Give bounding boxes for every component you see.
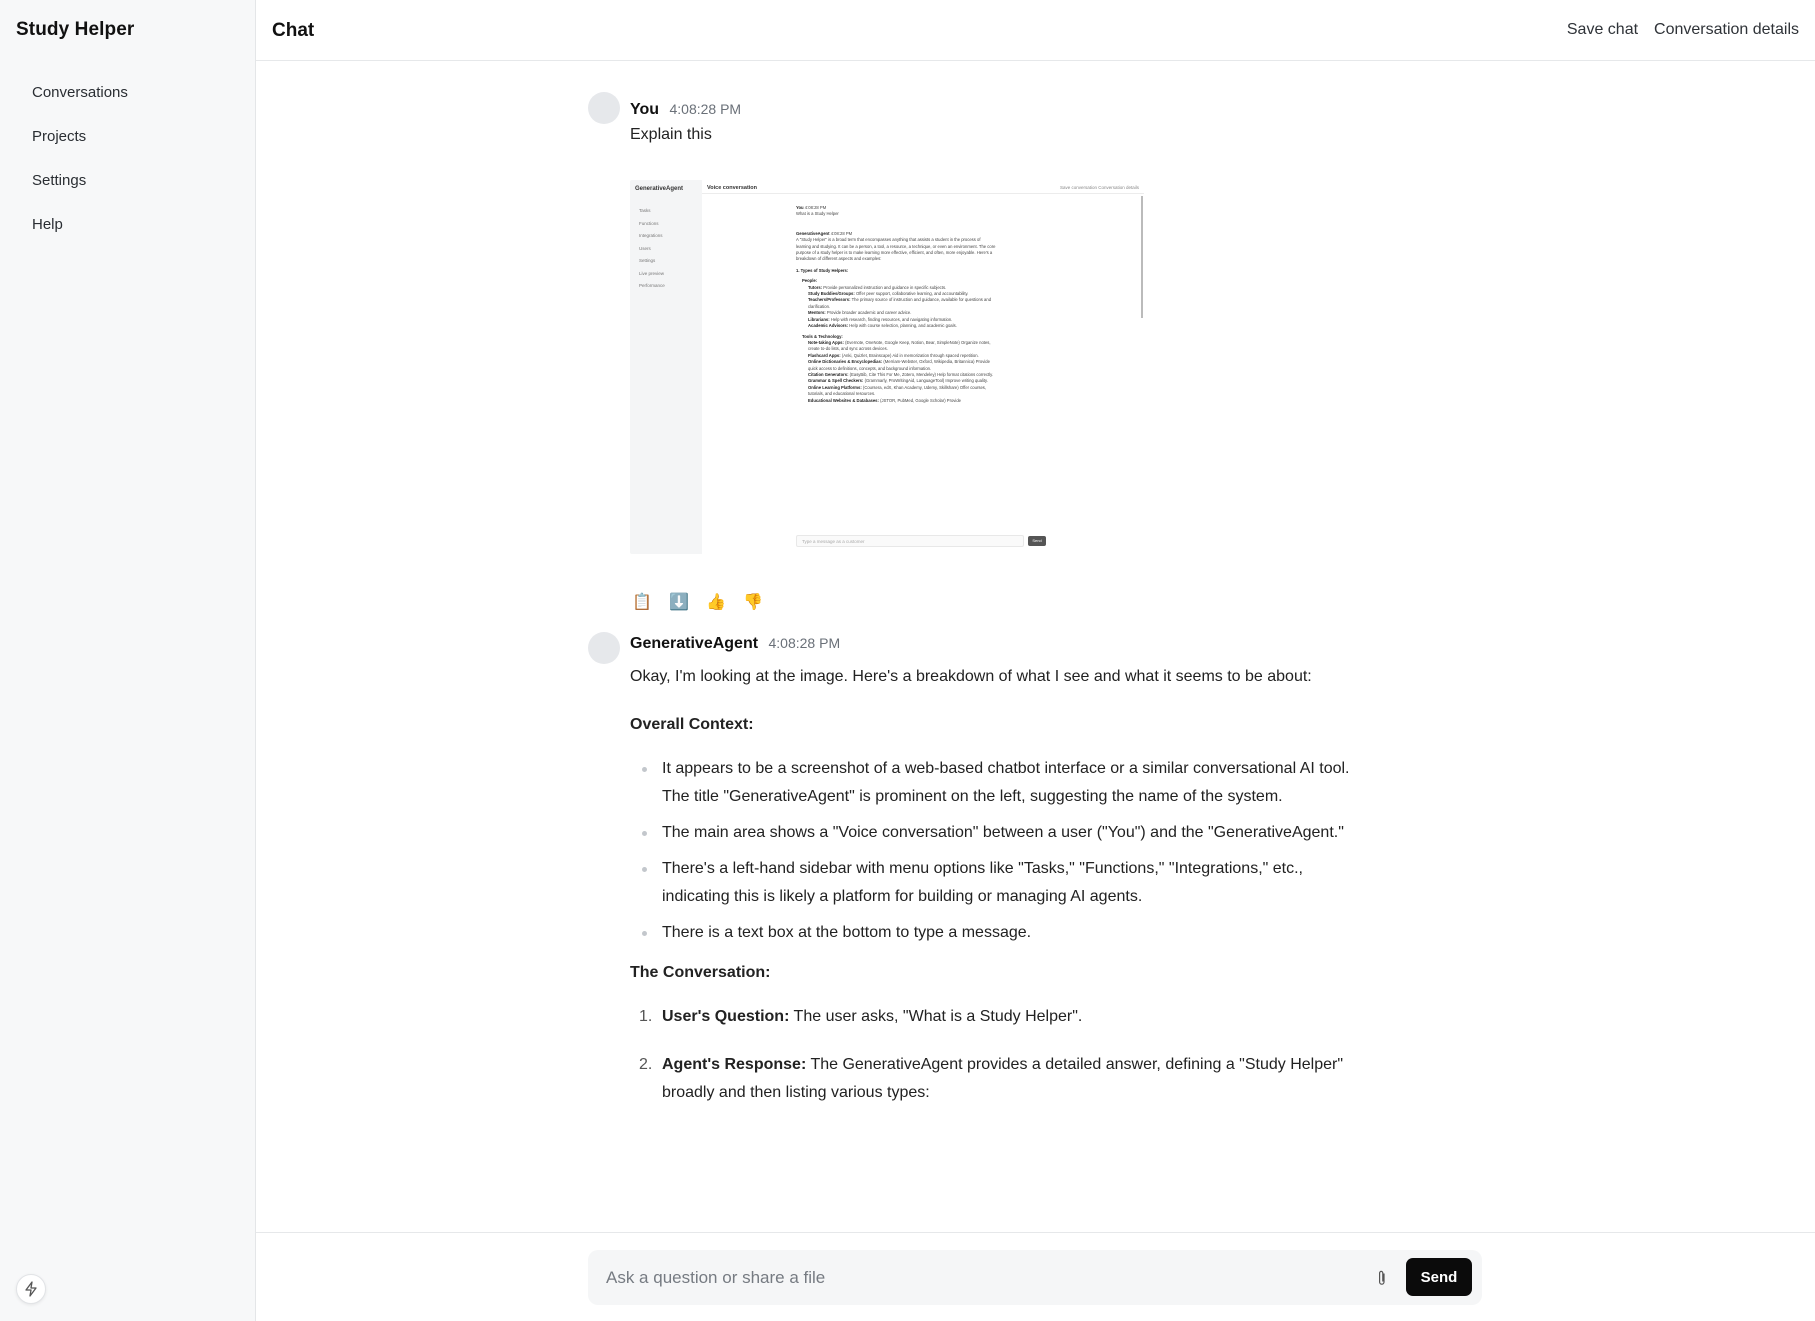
attached-image-item-bold: Study Buddies/Groups: (808, 291, 855, 297)
sidebar-nav: Conversations Projects Settings Help (32, 83, 128, 259)
attached-image-item-text: (EasyBib, Cite This For Me, Zotero, Mend… (849, 371, 994, 377)
composer: Send (588, 1250, 1482, 1305)
attached-image-item-bold: Online Dictionaries & Encyclopedias: (808, 359, 883, 365)
section-heading: Overall Context: (630, 716, 754, 733)
attached-image-scrollbar (1141, 196, 1143, 318)
attached-image-item-bold: Academic Advisors: (808, 323, 849, 329)
list-item: The main area shows a "Voice conversatio… (642, 819, 1350, 847)
attached-image-item-bold: Teachers/Professors: (808, 297, 851, 303)
attached-image-item-text: Provide broader academic and career advi… (826, 310, 912, 316)
composer-area: Send (256, 1232, 1815, 1321)
attached-image-nav-item: Functions (639, 220, 659, 226)
message-author: GenerativeAgent (630, 635, 759, 652)
conversation-list: 1. User's Question: The user asks, "What… (630, 1003, 1350, 1107)
attached-image-item-bold: Flashcard Apps: (808, 352, 841, 358)
attached-image-agent-intro: A "Study Helper" is a broad term that en… (796, 237, 996, 262)
list-item-text: The user asks, "What is a Study Helper". (789, 1008, 1083, 1025)
attached-image-item-text: Help with research, finding resources, a… (830, 316, 953, 322)
sidebar-item-help[interactable]: Help (32, 215, 128, 259)
attached-image-tools-list: Note-taking Apps: (Evernote, OneNote, Go… (796, 340, 996, 404)
attached-image-body: You 4:08:28 PM What is a Study Helper Ge… (796, 205, 996, 404)
attached-image-header: Voice conversation Save conversation Con… (702, 180, 1144, 194)
context-list: It appears to be a screenshot of a web-b… (630, 755, 1350, 947)
attached-image-nav-item: Performance (639, 283, 665, 288)
attached-image-user-time: 4:08:28 PM (804, 205, 827, 210)
attached-image-item-bold: Online Learning Platforms: (808, 384, 862, 390)
agent-intro: Okay, I'm looking at the image. Here's a… (630, 668, 1312, 685)
header: Chat Save chat Conversation details (256, 0, 1815, 61)
attached-image-item-bold: Mentors: (808, 310, 826, 316)
attached-image-actions: Save conversation Conversation details (1059, 185, 1139, 190)
attached-image-nav: Tasks Functions Integrations Users Setti… (639, 205, 665, 293)
attached-image-nav-item: Live preview (639, 270, 665, 276)
section-heading: The Conversation: (630, 964, 771, 981)
attached-image-item-text: Help with course selection, planning, an… (849, 323, 957, 329)
agent-message-body: Okay, I'm looking at the image. Here's a… (630, 663, 1350, 1127)
message-header: You 4:08:28 PM (630, 101, 741, 119)
thumbs-down-icon[interactable]: 👎 (741, 590, 765, 614)
message-input[interactable] (606, 1264, 1366, 1292)
thumbs-up-icon[interactable]: 👍 (704, 590, 728, 614)
attached-image-title: Voice conversation (707, 185, 758, 191)
sidebar-item-projects[interactable]: Projects (32, 127, 128, 171)
message-actions: 📋 ⬇️ 👍 👎 (630, 590, 765, 614)
attached-image-item-bold: Librarians: (808, 316, 830, 322)
sidebar-item-settings[interactable]: Settings (32, 171, 128, 215)
chat-area[interactable]: You 4:08:28 PM Explain this GenerativeAg… (256, 62, 1815, 1232)
message-time: 4:08:28 PM (669, 101, 742, 117)
attached-image-brand: GenerativeAgent (635, 186, 684, 192)
sidebar: Study Helper Conversations Projects Sett… (0, 0, 256, 1321)
attached-image-item-text: Provide personalized instruction and gui… (823, 284, 947, 290)
download-icon[interactable]: ⬇️ (667, 590, 691, 614)
message-time: 4:08:28 PM (768, 635, 841, 651)
attached-image-agent-author: GenerativeAgent (796, 230, 830, 236)
message-header: GenerativeAgent 4:08:28 PM (630, 635, 840, 653)
app-title: Study Helper (16, 19, 135, 40)
attached-image-nav-item: Users (639, 245, 651, 251)
list-item-label: Agent's Response: (662, 1056, 807, 1073)
sidebar-item-conversations[interactable]: Conversations (32, 83, 128, 127)
list-item: 1. User's Question: The user asks, "What… (639, 1003, 1350, 1031)
attached-image-nav-item: Settings (639, 258, 656, 263)
list-item: There is a text box at the bottom to typ… (642, 919, 1350, 947)
attached-image-item-bold: Grammar & Spell Checkers: (808, 378, 864, 384)
send-button[interactable]: Send (1406, 1258, 1472, 1296)
attached-image-item-text: (JSTOR, PubMed, Google Scholar) Provide (880, 397, 961, 403)
attached-image[interactable]: GenerativeAgent Tasks Functions Integrat… (630, 180, 1144, 554)
paperclip-icon[interactable] (1374, 1266, 1390, 1290)
clipboard-icon[interactable]: 📋 (630, 590, 654, 614)
conversation-details-button[interactable]: Conversation details (1654, 21, 1799, 39)
attached-image-item-bold: Educational Websites & Databases: (808, 397, 879, 403)
user-message-text: Explain this (630, 126, 712, 143)
attached-image-agent-time: 4:08:28 PM (830, 230, 853, 236)
page-title: Chat (272, 20, 315, 41)
attached-image-nav-item: Integrations (639, 233, 663, 238)
list-item-label: User's Question: (662, 1008, 790, 1025)
message-author: You (630, 101, 660, 118)
attached-image-item-text: Offer peer support, collaborative learni… (855, 291, 969, 297)
list-item: It appears to be a screenshot of a web-b… (642, 755, 1350, 811)
attached-image-input: Type a message as a customer (796, 535, 1024, 547)
attached-image-people-list: Tutors: Provide personalized instruction… (796, 285, 996, 330)
list-item: There's a left-hand sidebar with menu op… (642, 855, 1350, 911)
list-number: 2. (639, 1056, 653, 1073)
attached-image-nav-item: Tasks (639, 208, 651, 213)
list-number: 1. (639, 1008, 653, 1025)
save-chat-button[interactable]: Save chat (1567, 21, 1638, 39)
avatar (588, 632, 620, 664)
attached-image-item-bold: Tutors: (808, 284, 823, 290)
attached-image-item-bold: Note-taking Apps: (808, 339, 844, 345)
avatar (588, 92, 620, 124)
attached-image-sidebar: GenerativeAgent Tasks Functions Integrat… (630, 180, 702, 554)
attached-image-item-text: (Grammarly, ProWritingAid, LanguageTool)… (864, 378, 988, 384)
bolt-icon[interactable] (16, 1274, 46, 1304)
attached-image-user-author: You (796, 205, 804, 210)
header-actions: Save chat Conversation details (1567, 21, 1799, 39)
attached-image-send: Send (1028, 536, 1046, 546)
attached-image-item-text: (Anki, Quizlet, Brainscape) Aid in memor… (841, 352, 979, 358)
list-item: 2. Agent's Response: The GenerativeAgent… (639, 1051, 1350, 1107)
attached-image-item-bold: Citation Generators: (808, 371, 849, 377)
